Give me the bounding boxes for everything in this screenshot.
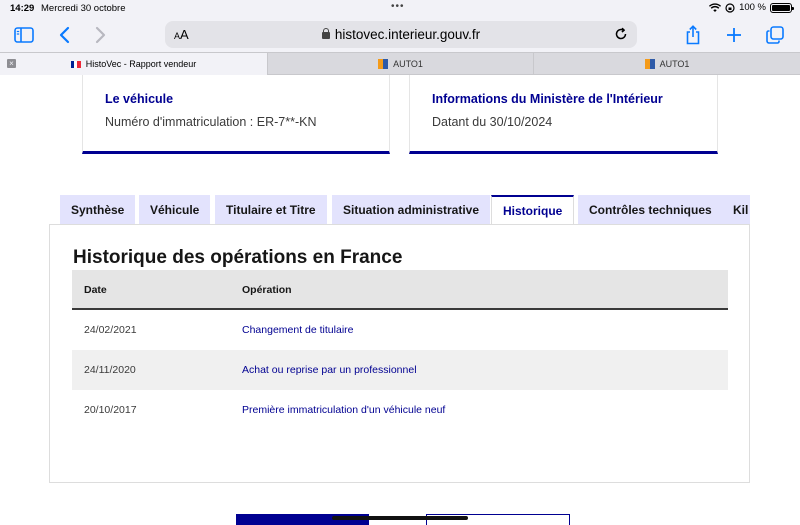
row-date: 24/11/2020 — [84, 364, 136, 376]
row-date: 20/10/2017 — [84, 404, 137, 416]
column-header-date: Date — [84, 284, 107, 296]
table-row: 24/02/2021 Changement de titulaire — [72, 310, 728, 350]
status-date: Mercredi 30 octobre — [41, 3, 126, 14]
tab-titulaire-titre[interactable]: Titulaire et Titre — [215, 195, 327, 225]
page-content: Le véhicule Numéro d'immatriculation : E… — [0, 75, 800, 525]
browser-tab-histovec[interactable]: × HistoVec - Rapport vendeur — [0, 53, 268, 75]
row-operation: Première immatriculation d'un véhicule n… — [242, 404, 446, 416]
battery-percent: 100 % — [739, 2, 766, 13]
registration-number: Numéro d'immatriculation : ER-7**-KN — [105, 115, 317, 129]
row-operation: Changement de titulaire — [242, 324, 354, 336]
battery-icon — [770, 2, 794, 13]
browser-tab-auto1[interactable]: AUTO1 — [268, 53, 534, 75]
url-field[interactable]: histovec.interieur.gouv.fr — [165, 27, 637, 42]
browser-tab-strip: × HistoVec - Rapport vendeur AUTO1 AUTO1 — [0, 52, 800, 75]
address-bar[interactable]: AA histovec.interieur.gouv.fr — [165, 21, 637, 48]
vehicle-card: Le véhicule Numéro d'immatriculation : E… — [82, 75, 390, 154]
share-icon[interactable] — [681, 23, 705, 47]
ministry-card-title: Informations du Ministère de l'Intérieur — [432, 92, 663, 106]
tab-historique[interactable]: Historique — [491, 195, 575, 225]
browser-tab-label: AUTO1 — [393, 59, 423, 69]
orientation-lock-icon — [725, 2, 735, 13]
browser-tab-label: AUTO1 — [659, 59, 690, 69]
wifi-icon — [709, 2, 722, 12]
table-header: Date Opération — [72, 270, 728, 310]
close-tab-icon[interactable]: × — [7, 59, 16, 68]
vehicle-card-title: Le véhicule — [105, 92, 174, 106]
table-row: 24/11/2020 Achat ou reprise par un profe… — [72, 350, 728, 390]
tab-vehicule[interactable]: Véhicule — [139, 195, 211, 225]
tab-overview-icon[interactable] — [763, 23, 787, 47]
row-date: 24/02/2021 — [84, 324, 137, 336]
browser-tab-auto1-second[interactable]: AUTO1 — [534, 53, 800, 75]
lock-icon — [321, 28, 330, 39]
data-date: Datant du 30/10/2024 — [432, 115, 553, 129]
forward-icon[interactable] — [89, 23, 113, 47]
tab-situation-administrative[interactable]: Situation administrative — [332, 195, 491, 225]
reload-icon[interactable] — [614, 25, 628, 45]
status-bar: 14:29 Mercredi 30 octobre ••• 100 % — [0, 0, 800, 18]
url-text: histovec.interieur.gouv.fr — [334, 27, 481, 42]
back-icon[interactable] — [52, 23, 76, 47]
browser-tab-label: HistoVec - Rapport vendeur — [85, 59, 197, 69]
home-indicator — [332, 516, 468, 520]
table-row: 20/10/2017 Première immatriculation d'un… — [72, 390, 728, 430]
column-header-operation: Opération — [242, 284, 292, 296]
tab-controles-techniques[interactable]: Contrôles techniques — [578, 195, 723, 225]
tab-synthese[interactable]: Synthèse — [60, 195, 136, 225]
tab-kilometrage[interactable]: Kil — [722, 195, 750, 225]
history-title: Historique des opérations en France — [73, 247, 403, 268]
new-tab-icon[interactable] — [722, 23, 746, 47]
auto1-logo-icon — [378, 59, 389, 69]
ministry-info-card: Informations du Ministère de l'Intérieur… — [409, 75, 718, 154]
multitasking-dots-icon[interactable]: ••• — [391, 1, 405, 12]
browser-toolbar: AA histovec.interieur.gouv.fr — [0, 18, 800, 52]
auto1-logo-icon — [644, 59, 655, 69]
history-panel: Historique des opérations en France Date… — [49, 224, 750, 483]
history-table: Date Opération 24/02/2021 Changement de … — [72, 270, 728, 430]
status-time: 14:29 — [10, 3, 35, 14]
row-operation: Achat ou reprise par un professionnel — [242, 364, 417, 376]
status-indicators: 100 % — [709, 2, 794, 13]
sidebar-icon[interactable] — [12, 23, 36, 47]
french-flag-icon — [70, 60, 81, 68]
